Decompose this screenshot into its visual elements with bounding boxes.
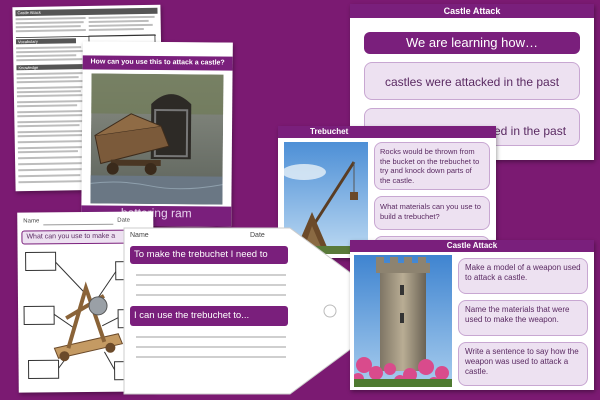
trebuchet-slide-title: Trebuchet xyxy=(278,126,496,138)
task-name-materials: Name the materials that were used to mak… xyxy=(458,300,588,336)
worksheet-left-date: Date xyxy=(117,217,131,224)
worksheet-left-name: Name xyxy=(23,218,40,225)
castle-tower-photo xyxy=(354,255,452,387)
battering-question: How can you use this to attack a castle? xyxy=(82,55,233,71)
writing-line-2 xyxy=(136,284,286,286)
writing-line-5 xyxy=(136,346,286,348)
battering-ram-image xyxy=(90,73,224,205)
prompt-use-to: I can use the trebuchet to... xyxy=(130,306,288,326)
prompt-need-to: To make the trebuchet I need to xyxy=(130,246,288,264)
writing-line-6 xyxy=(136,356,286,358)
writing-line-1 xyxy=(136,274,286,276)
writing-line-3 xyxy=(136,294,286,296)
worksheet-sentences: Name Date To make the trebuchet I need t… xyxy=(122,226,354,396)
castle-attack-tasks-slide: Castle Attack Make a model of a weapon u… xyxy=(350,240,594,390)
task-make-model: Make a model of a weapon used to attack … xyxy=(458,258,588,294)
learning-banner: We are learning how… xyxy=(364,32,580,54)
tasks-slide-title: Castle Attack xyxy=(350,240,594,252)
objectives-slide-title: Castle Attack xyxy=(350,4,594,18)
worksheet-mid-date: Date xyxy=(250,232,265,239)
battering-ram-slide: How can you use this to attack a castle?… xyxy=(81,41,233,227)
battering-slide-top-strip xyxy=(82,41,233,57)
trebuchet-question-box: What materials can you use to build a tr… xyxy=(374,196,490,230)
task-write-sentence: Write a sentence to say how the weapon w… xyxy=(458,342,588,386)
objective-castles-attacked: castles were attacked in the past xyxy=(364,62,580,100)
trebuchet-fact-box: Rocks would be thrown from the bucket on… xyxy=(374,142,490,190)
worksheet-left-name-line xyxy=(43,223,114,226)
writing-line-4 xyxy=(136,336,286,338)
worksheet-mid-name: Name xyxy=(130,232,149,239)
